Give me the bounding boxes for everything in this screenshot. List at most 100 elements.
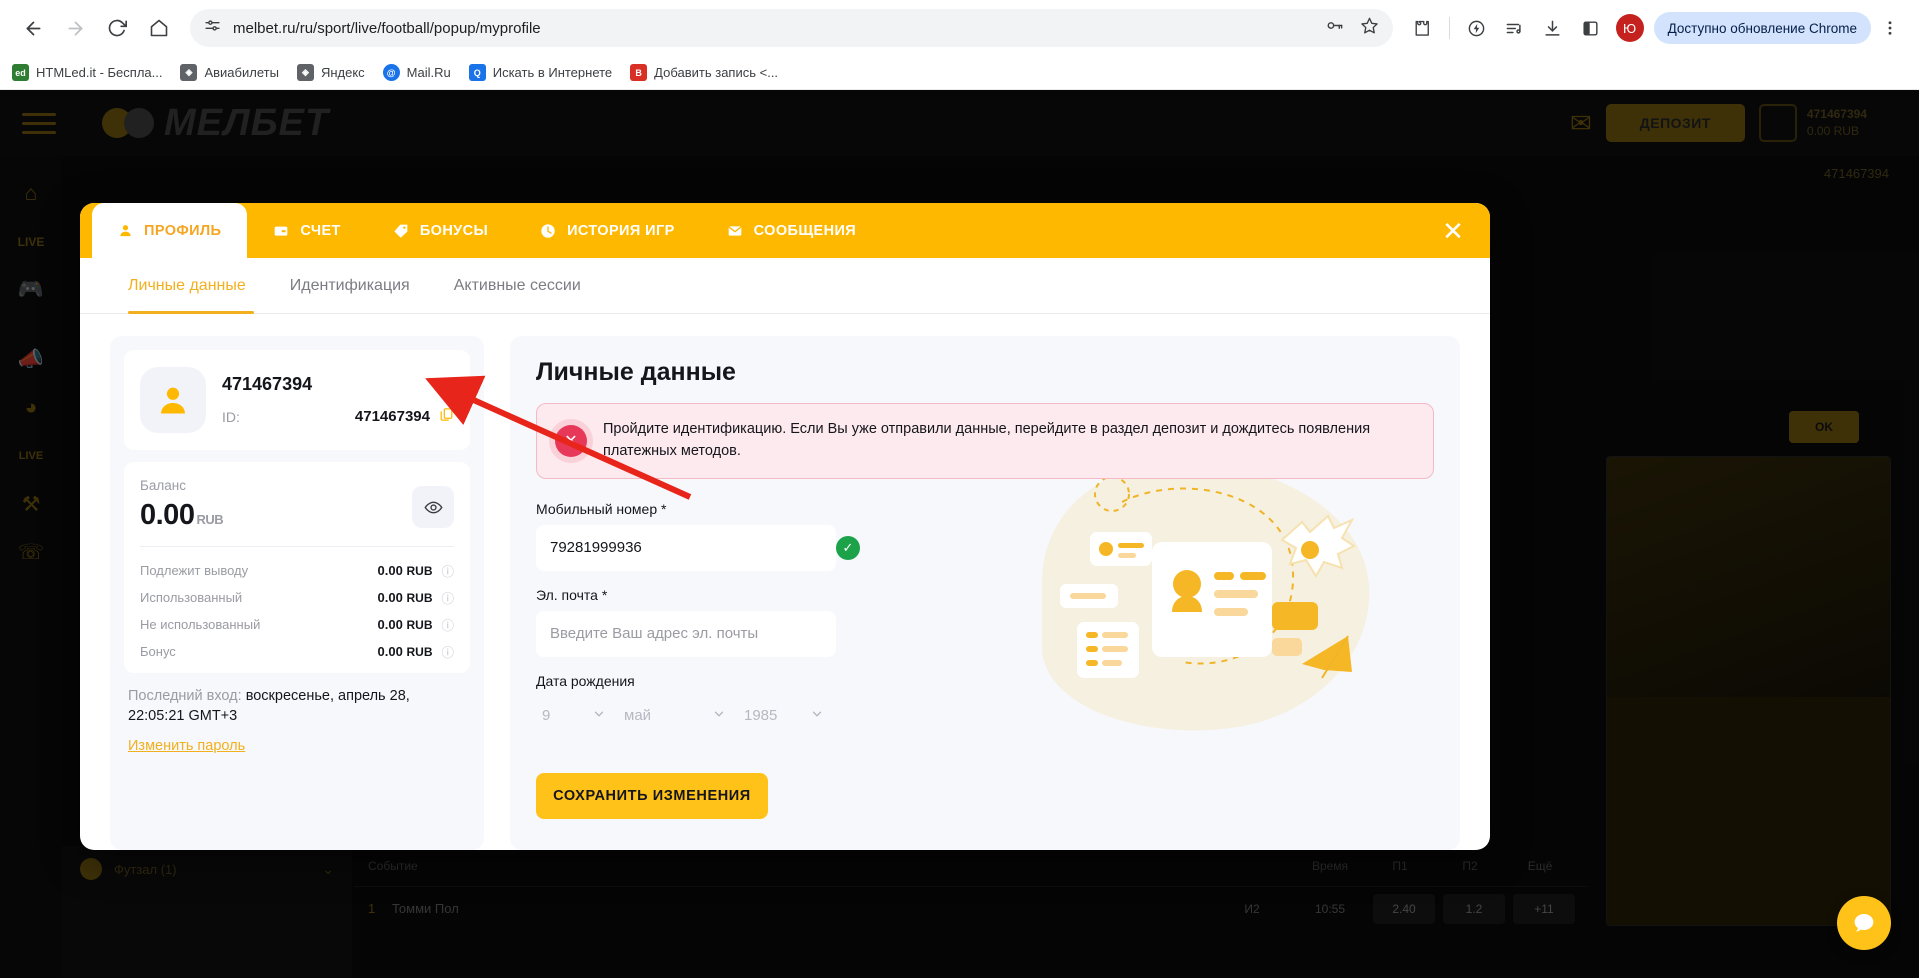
- info-icon[interactable]: ⓘ: [441, 642, 454, 661]
- info-icon[interactable]: ⓘ: [441, 615, 454, 634]
- personal-data-panel: Личные данные ✕ Пройдите идентификацию. …: [510, 336, 1460, 850]
- puzzle-piece-icon[interactable]: [1405, 11, 1439, 45]
- bookmarks-bar: ed HTMLed.it - Беспла... ◈ Авиабилеты ◈ …: [0, 56, 1919, 90]
- balance-label: Баланс: [140, 478, 223, 493]
- save-button[interactable]: СОХРАНИТЬ ИЗМЕНЕНИЯ: [536, 773, 768, 819]
- phone-field-group: Мобильный номер * 79281999936 ✓: [536, 501, 836, 571]
- balance-row-amount: 0.00: [378, 644, 403, 659]
- reload-icon[interactable]: [98, 9, 136, 47]
- balance-card: Баланс 0.00RUB Подлежит выво: [124, 462, 470, 673]
- balance-currency: RUB: [196, 512, 223, 527]
- last-login: Последний вход: воскресенье, апрель 28, …: [124, 673, 470, 726]
- bookmark-favicon: ◈: [297, 64, 314, 81]
- dob-day-select[interactable]: 9: [536, 697, 612, 735]
- bookmark-item[interactable]: B Добавить запись <...: [630, 64, 778, 81]
- home-icon[interactable]: [140, 9, 178, 47]
- chevron-down-icon: [810, 707, 824, 724]
- modal-body: 471467394 ID: 471467394: [80, 314, 1490, 850]
- info-icon[interactable]: ⓘ: [441, 588, 454, 607]
- balance-row-currency: RUB: [406, 618, 432, 632]
- decorative-illustration: [982, 432, 1402, 762]
- subtab-personal-data-label: Личные данные: [128, 277, 246, 295]
- balance-row: Бонус 0.00 RUB ⓘ: [140, 638, 454, 665]
- tab-profile[interactable]: ПРОФИЛЬ: [92, 203, 247, 258]
- modal-subtab-bar: Личные данные Идентификация Активные сес…: [80, 258, 1490, 314]
- chevron-down-icon: [592, 707, 606, 724]
- chrome-update-chip[interactable]: Доступно обновление Chrome: [1654, 12, 1871, 44]
- back-arrow-icon[interactable]: [14, 9, 52, 47]
- email-label: Эл. почта *: [536, 587, 836, 603]
- bookmark-item[interactable]: Q Искать в Интернете: [469, 64, 612, 81]
- email-field-group: Эл. почта * Введите Ваш адрес эл. почты: [536, 587, 836, 657]
- close-icon[interactable]: ✕: [1438, 216, 1468, 246]
- star-icon[interactable]: [1360, 16, 1379, 40]
- subtab-identification[interactable]: Идентификация: [268, 258, 432, 314]
- eye-icon[interactable]: [412, 486, 454, 528]
- dob-year-value: 1985: [744, 707, 777, 724]
- balance-row: Подлежит выводу 0.00 RUB ⓘ: [140, 557, 454, 584]
- id-row: ID: 471467394: [222, 407, 454, 426]
- dob-selects: 9 май: [536, 697, 836, 735]
- tab-bonuses[interactable]: БОНУСЫ: [367, 203, 514, 258]
- chat-widget-button[interactable]: [1837, 896, 1891, 950]
- downloads-icon[interactable]: [1536, 11, 1570, 45]
- balance-breakdown: Подлежит выводу 0.00 RUB ⓘ Использованны…: [140, 546, 454, 665]
- copy-icon[interactable]: [439, 407, 454, 426]
- address-bar[interactable]: melbet.ru/ru/sport/live/football/popup/m…: [190, 9, 1393, 47]
- performance-icon[interactable]: [1460, 11, 1494, 45]
- bookmark-label: Mail.Ru: [407, 65, 451, 80]
- alert-text: Пройдите идентификацию. Если Вы уже отпр…: [603, 419, 1415, 463]
- phone-input[interactable]: 79281999936: [536, 525, 836, 571]
- bookmark-label: Добавить запись <...: [654, 65, 778, 80]
- tag-icon: [393, 223, 409, 239]
- browser-menu-icon[interactable]: [1875, 11, 1905, 45]
- balance-amount: 0.00RUB: [140, 499, 223, 532]
- balance-row: Использованный 0.00 RUB ⓘ: [140, 584, 454, 611]
- subtab-personal-data[interactable]: Личные данные: [128, 258, 268, 314]
- user-avatar-icon: [140, 367, 206, 433]
- check-circle-icon: ✓: [836, 536, 860, 560]
- balance-row: Не использованный 0.00 RUB ⓘ: [140, 611, 454, 638]
- info-icon[interactable]: ⓘ: [441, 561, 454, 580]
- dob-year-select[interactable]: 1985: [738, 697, 830, 735]
- change-password-link[interactable]: Изменить пароль: [124, 738, 470, 754]
- id-label: ID:: [222, 409, 240, 425]
- address-bar-url[interactable]: melbet.ru/ru/sport/live/football/popup/m…: [233, 20, 541, 37]
- tab-account[interactable]: СЧЕТ: [247, 203, 366, 258]
- balance-top: Баланс 0.00RUB: [140, 478, 454, 532]
- side-panel-icon[interactable]: [1574, 11, 1608, 45]
- balance-row-value: 0.00 RUB: [378, 644, 433, 659]
- email-input[interactable]: Введите Ваш адрес эл. почты: [536, 611, 836, 657]
- subtab-active-sessions[interactable]: Активные сессии: [432, 258, 603, 314]
- bookmark-label: Авиабилеты: [204, 65, 278, 80]
- mail-icon: [727, 223, 743, 239]
- profile-avatar[interactable]: Ю: [1616, 14, 1644, 42]
- balance-row-amount: 0.00: [378, 563, 403, 578]
- tab-game-history[interactable]: ИСТОРИЯ ИГР: [514, 203, 701, 258]
- identity-card: 471467394 ID: 471467394: [124, 350, 470, 450]
- bookmark-item[interactable]: ◈ Яндекс: [297, 64, 365, 81]
- tab-messages[interactable]: СООБЩЕНИЯ: [701, 203, 882, 258]
- balance-row-currency: RUB: [406, 591, 432, 605]
- last-login-label: Последний вход:: [128, 688, 242, 704]
- id-value: 471467394: [355, 408, 430, 425]
- browser-toolbar: melbet.ru/ru/sport/live/football/popup/m…: [0, 0, 1919, 56]
- dob-day-value: 9: [542, 707, 550, 724]
- dob-month-select[interactable]: май: [618, 697, 732, 735]
- chevron-down-icon: [712, 707, 726, 724]
- forward-arrow-icon[interactable]: [56, 9, 94, 47]
- username: 471467394: [222, 374, 454, 395]
- site-settings-icon[interactable]: [204, 17, 221, 39]
- bookmark-item[interactable]: ed HTMLed.it - Беспла...: [12, 64, 162, 81]
- media-list-icon[interactable]: [1498, 11, 1532, 45]
- dob-label: Дата рождения: [536, 673, 836, 689]
- bookmark-label: HTMLed.it - Беспла...: [36, 65, 162, 80]
- balance-row-label: Не использованный: [140, 617, 260, 632]
- profile-summary-card: 471467394 ID: 471467394: [110, 336, 484, 850]
- identity-info: 471467394 ID: 471467394: [222, 374, 454, 426]
- dob-month-value: май: [624, 707, 651, 724]
- bookmark-item[interactable]: @ Mail.Ru: [383, 64, 451, 81]
- password-key-icon[interactable]: [1325, 16, 1344, 40]
- bookmark-item[interactable]: ◈ Авиабилеты: [180, 64, 278, 81]
- bookmark-label: Яндекс: [321, 65, 365, 80]
